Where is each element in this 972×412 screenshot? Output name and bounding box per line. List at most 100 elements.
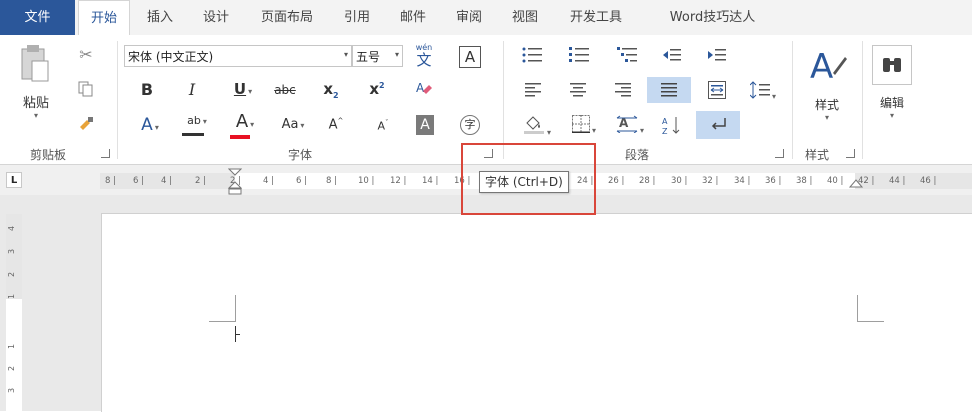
styles-label: 样式 (814, 98, 839, 112)
svg-text:A: A (810, 47, 833, 85)
tab-home[interactable]: 开始 (78, 0, 130, 36)
tab-file[interactable]: 文件 (0, 0, 75, 35)
copy-icon[interactable] (76, 81, 96, 101)
font-group-label: 字体 (288, 148, 313, 162)
tooltip: 字体 (Ctrl+D) (479, 171, 569, 193)
line-spacing-icon (749, 81, 770, 99)
font-color-swatch (230, 135, 250, 139)
grow-font-button[interactable]: A^ (327, 117, 345, 132)
text-effects-label: A (141, 115, 153, 135)
ruler-tick-label: 44 | (889, 176, 906, 186)
tab-references[interactable]: 引用 (337, 0, 377, 35)
tab-design[interactable]: 设计 (196, 0, 236, 35)
grow-font-label: A (328, 117, 338, 133)
align-left-icon[interactable] (524, 83, 542, 100)
underline-label: U (233, 80, 247, 98)
italic-button[interactable]: I (183, 80, 201, 99)
ruler-tick-label: 4 | (161, 176, 172, 186)
bullet-list-icon (522, 47, 542, 63)
sort-icon[interactable]: AZ (662, 115, 682, 138)
editing-label: 编辑 (879, 96, 904, 110)
subscript-button[interactable]: x2 (320, 80, 342, 100)
multilevel-list-button[interactable] (613, 47, 643, 66)
styles-button[interactable]: A 样式 ▾ (800, 45, 854, 135)
font-name-combobox[interactable]: 宋体 (中文正文) ▾ (124, 45, 352, 67)
chinese-layout-icon: A (616, 115, 638, 134)
vertical-ruler-text-area (6, 299, 22, 411)
clipboard-launcher-icon[interactable] (101, 149, 110, 158)
font-color-button[interactable]: A ▾ (228, 111, 262, 139)
styles-icon: A (810, 47, 847, 87)
decrease-indent-icon[interactable] (662, 47, 682, 66)
vertical-ruler-tick-label: 2 (7, 271, 17, 278)
distributed-icon[interactable] (707, 81, 727, 102)
chevron-down-icon: ▾ (343, 50, 348, 59)
borders-button[interactable]: ▾ (566, 115, 602, 136)
tab-word-tips[interactable]: Word技巧达人 (645, 0, 780, 35)
indent-marker-icon[interactable] (228, 168, 242, 196)
shrink-font-label: A (377, 119, 386, 133)
right-indent-marker-icon[interactable] (849, 178, 863, 192)
vertical-ruler-tick-label: 2 (7, 365, 17, 372)
paragraph-launcher-icon[interactable] (775, 149, 784, 158)
character-border-button[interactable]: A (459, 46, 481, 68)
ruler-tick-label: 30 | (671, 176, 688, 186)
paragraph-mark (236, 334, 240, 335)
styles-launcher-icon[interactable] (846, 149, 855, 158)
ruler-tick-label: 28 | (639, 176, 656, 186)
paragraph-shading-button[interactable]: ▾ (519, 115, 555, 138)
eraser-icon: A (416, 81, 432, 95)
tab-page-layout[interactable]: 页面布局 (252, 0, 322, 35)
bold-button[interactable]: B (138, 80, 156, 99)
highlight-label: ab (187, 114, 201, 127)
justify-button[interactable] (647, 77, 691, 103)
chinese-layout-button[interactable]: A ▾ (612, 115, 648, 136)
format-painter-icon[interactable] (76, 115, 96, 135)
ruler-tick-label: 6 | (296, 176, 307, 186)
paste-icon (21, 45, 49, 82)
ruler-tick-label: 36 | (765, 176, 782, 186)
vertical-ruler[interactable]: 4 3 2 1 1 2 3 (6, 214, 22, 411)
paint-bucket-icon (523, 116, 544, 134)
shrink-font-button[interactable]: Aˇ (374, 119, 392, 133)
phonetic-guide-button[interactable]: wén 文 (410, 43, 438, 71)
strikethrough-button[interactable]: abc (272, 83, 298, 97)
ruler-tick-label: 32 | (702, 176, 719, 186)
vertical-ruler-tick-label: 4 (7, 225, 17, 232)
increase-indent-icon[interactable] (707, 47, 727, 66)
clear-formatting-button[interactable]: A (413, 79, 435, 101)
superscript-button[interactable]: x2 (366, 80, 388, 98)
ruler-tick-label: 6 | (133, 176, 144, 186)
character-shading-button[interactable]: A (416, 115, 434, 135)
font-size-value: 五号 (356, 50, 381, 64)
tab-review[interactable]: 审阅 (449, 0, 489, 35)
tab-mailings[interactable]: 邮件 (393, 0, 433, 35)
change-case-button[interactable]: Aa ▾ (276, 117, 310, 132)
highlight-button[interactable]: ab ▾ (180, 113, 214, 136)
clipboard-group-label: 剪贴板 (30, 148, 67, 162)
underline-button[interactable]: U ▾ (228, 80, 258, 98)
font-size-combobox[interactable]: 五号 ▾ (352, 45, 403, 67)
cut-icon[interactable]: ✂ (76, 45, 96, 65)
justify-icon (661, 83, 677, 97)
show-formatting-button[interactable] (696, 111, 740, 139)
align-right-icon[interactable] (614, 83, 632, 100)
text-effects-button[interactable]: A ▾ (135, 115, 165, 135)
ruler-tick-label: 10 | (358, 176, 375, 186)
font-name-value: 宋体 (中文正文) (128, 50, 214, 64)
align-center-icon[interactable] (569, 83, 587, 100)
enclose-characters-button[interactable]: 字 (460, 115, 480, 135)
tab-view[interactable]: 视图 (505, 0, 545, 35)
change-case-label: Aa (281, 117, 299, 132)
numbering-button[interactable] (565, 47, 595, 66)
tab-selector[interactable]: L (6, 172, 22, 188)
paste-button[interactable]: 粘贴 ▾ (12, 43, 60, 133)
ruler-tick-label: 8 | (105, 176, 116, 186)
tab-developer[interactable]: 开发工具 (561, 0, 631, 35)
superscript-label: x (369, 80, 380, 98)
tab-insert[interactable]: 插入 (140, 0, 180, 35)
line-spacing-button[interactable]: ▾ (748, 81, 778, 102)
editing-button[interactable]: 编辑 ▾ (868, 45, 916, 135)
svg-text:A: A (662, 117, 668, 126)
bullets-button[interactable] (518, 47, 548, 66)
